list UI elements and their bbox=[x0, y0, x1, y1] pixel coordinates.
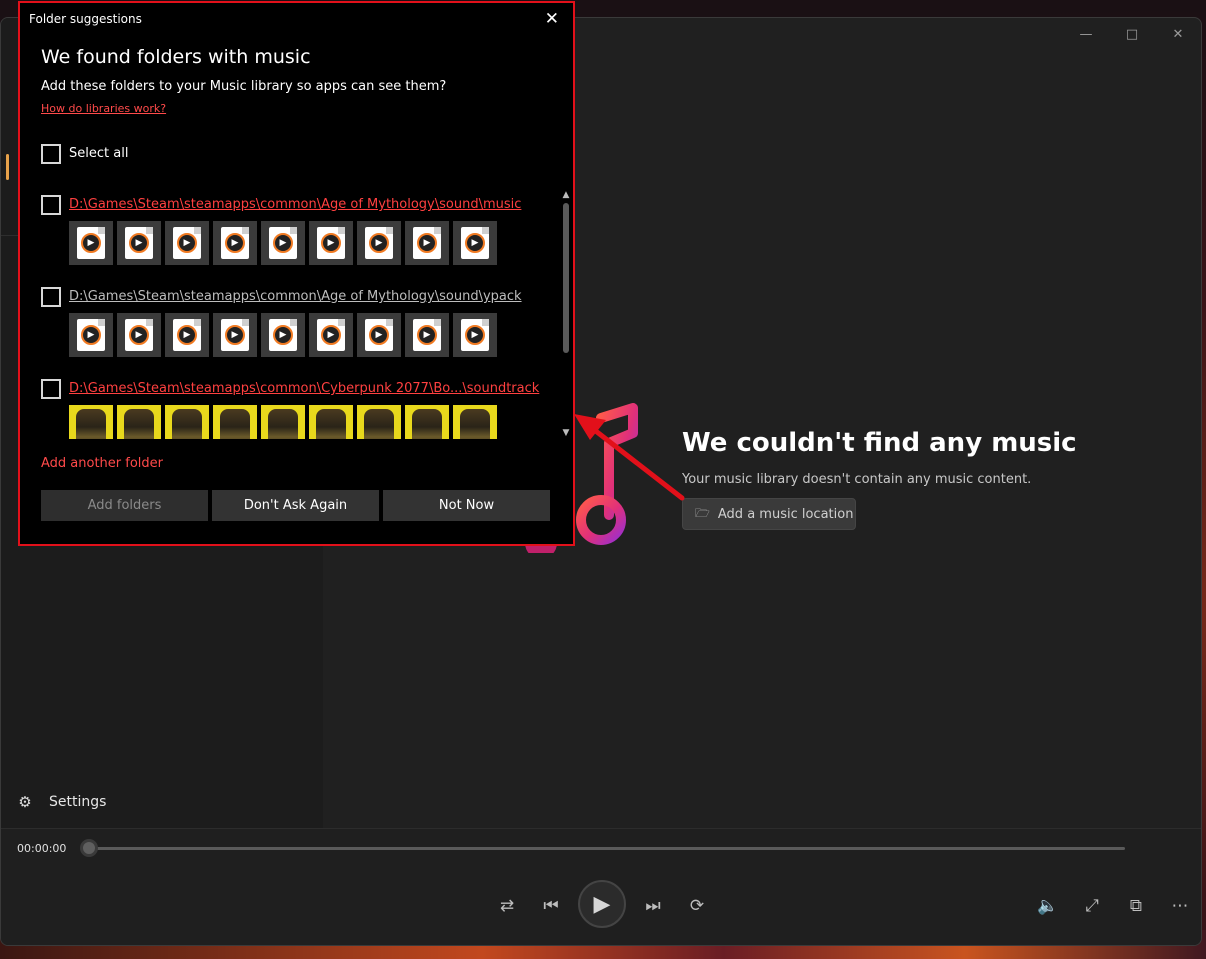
album-cover-thumbnail bbox=[165, 405, 209, 439]
audio-file-icon: ▶ bbox=[453, 313, 497, 357]
album-cover-thumbnail bbox=[405, 405, 449, 439]
seek-bar[interactable] bbox=[87, 847, 1125, 850]
add-music-location-button[interactable]: 🗁 Add a music location bbox=[682, 498, 856, 530]
annotation-arrow bbox=[574, 414, 685, 501]
add-folders-button[interactable]: Add folders bbox=[41, 490, 208, 521]
folder-checkbox[interactable] bbox=[41, 379, 61, 399]
folder-path-link[interactable]: D:\Games\Steam\steamapps\common\Age of M… bbox=[69, 289, 522, 304]
folder-suggestions-dialog: Folder suggestions ✕ We found folders wi… bbox=[18, 1, 575, 546]
folder-path-link[interactable]: D:\Games\Steam\steamapps\common\Age of M… bbox=[69, 197, 521, 212]
repeat-icon[interactable]: ⟳ bbox=[682, 891, 712, 921]
folder-checkbox[interactable] bbox=[41, 195, 61, 215]
empty-state-subtitle: Your music library doesn't contain any m… bbox=[682, 472, 1032, 487]
not-now-button[interactable]: Not Now bbox=[383, 490, 550, 521]
audio-file-icon: ▶ bbox=[261, 313, 305, 357]
more-options-icon[interactable]: ⋯ bbox=[1165, 891, 1195, 921]
album-cover-thumbnail bbox=[69, 405, 113, 439]
sidebar-item-label: Settings bbox=[49, 794, 107, 810]
close-icon[interactable]: ✕ bbox=[545, 9, 559, 29]
window-controls: — □ ✕ bbox=[1063, 18, 1201, 50]
album-cover-thumbnail bbox=[261, 405, 305, 439]
folder-thumbnails: ▶ ▶ ▶ ▶ ▶ ▶ ▶ ▶ ▶ bbox=[69, 221, 497, 265]
audio-file-icon: ▶ bbox=[165, 313, 209, 357]
mini-player-icon[interactable]: ⧉ bbox=[1121, 891, 1151, 921]
audio-file-icon: ▶ bbox=[453, 221, 497, 265]
audio-file-icon: ▶ bbox=[405, 221, 449, 265]
audio-file-icon: ▶ bbox=[309, 221, 353, 265]
libraries-help-link[interactable]: How do libraries work? bbox=[41, 102, 166, 115]
empty-state-title: We couldn't find any music bbox=[682, 428, 1077, 458]
audio-file-icon: ▶ bbox=[69, 313, 113, 357]
album-cover-thumbnail bbox=[453, 405, 497, 439]
next-icon[interactable]: ⏭ bbox=[638, 891, 668, 921]
audio-file-icon: ▶ bbox=[117, 221, 161, 265]
audio-file-icon: ▶ bbox=[69, 221, 113, 265]
seek-thumb[interactable] bbox=[80, 839, 98, 857]
album-cover-thumbnail bbox=[213, 405, 257, 439]
fullscreen-icon[interactable]: ⤢ bbox=[1077, 891, 1107, 921]
audio-file-icon: ▶ bbox=[117, 313, 161, 357]
album-cover-thumbnail bbox=[117, 405, 161, 439]
audio-file-icon: ▶ bbox=[357, 313, 401, 357]
folder-list-scrollbar[interactable]: ▲ ▼ bbox=[560, 189, 572, 439]
dialog-subtitle: Add these folders to your Music library … bbox=[41, 79, 447, 94]
player-bar: 00:00:00 ⇄ ⏮ ▶ ⏭ ⟳ 🔈 ⤢ ⧉ ⋯ bbox=[1, 828, 1201, 945]
select-all-label: Select all bbox=[69, 146, 129, 161]
previous-icon[interactable]: ⏮ bbox=[536, 891, 566, 921]
album-cover-thumbnail bbox=[309, 405, 353, 439]
dont-ask-again-button[interactable]: Don't Ask Again bbox=[212, 490, 379, 521]
dialog-heading: We found folders with music bbox=[41, 46, 311, 68]
minimize-icon[interactable]: — bbox=[1063, 18, 1109, 50]
sidebar-selection-indicator bbox=[6, 154, 9, 180]
album-cover-thumbnail bbox=[357, 405, 401, 439]
scroll-down-icon[interactable]: ▼ bbox=[560, 427, 572, 439]
add-another-folder-link[interactable]: Add another folder bbox=[41, 456, 163, 471]
dialog-title: Folder suggestions bbox=[29, 12, 142, 26]
maximize-icon[interactable]: □ bbox=[1109, 18, 1155, 50]
sidebar-item-settings[interactable]: ⚙ Settings bbox=[17, 793, 107, 811]
scrollbar-thumb[interactable] bbox=[563, 203, 569, 353]
folder-thumbnails bbox=[69, 405, 497, 439]
add-music-location-label: Add a music location bbox=[717, 506, 854, 522]
audio-file-icon: ▶ bbox=[261, 221, 305, 265]
audio-file-icon: ▶ bbox=[357, 221, 401, 265]
audio-file-icon: ▶ bbox=[405, 313, 449, 357]
shuffle-icon[interactable]: ⇄ bbox=[492, 891, 522, 921]
select-all-checkbox[interactable] bbox=[41, 144, 61, 164]
volume-icon[interactable]: 🔈 bbox=[1033, 891, 1063, 921]
folder-checkbox[interactable] bbox=[41, 287, 61, 307]
playback-time: 00:00:00 bbox=[17, 842, 67, 855]
play-button[interactable]: ▶ bbox=[578, 880, 626, 928]
audio-file-icon: ▶ bbox=[309, 313, 353, 357]
folder-list: D:\Games\Steam\steamapps\common\Age of M… bbox=[40, 189, 575, 439]
gear-icon: ⚙ bbox=[18, 793, 32, 811]
folder-path-link[interactable]: D:\Games\Steam\steamapps\common\Cyberpun… bbox=[69, 381, 539, 396]
audio-file-icon: ▶ bbox=[165, 221, 209, 265]
close-icon[interactable]: ✕ bbox=[1155, 18, 1201, 50]
folder-thumbnails: ▶ ▶ ▶ ▶ ▶ ▶ ▶ ▶ ▶ bbox=[69, 313, 497, 357]
scroll-up-icon[interactable]: ▲ bbox=[560, 189, 572, 201]
audio-file-icon: ▶ bbox=[213, 221, 257, 265]
audio-file-icon: ▶ bbox=[213, 313, 257, 357]
